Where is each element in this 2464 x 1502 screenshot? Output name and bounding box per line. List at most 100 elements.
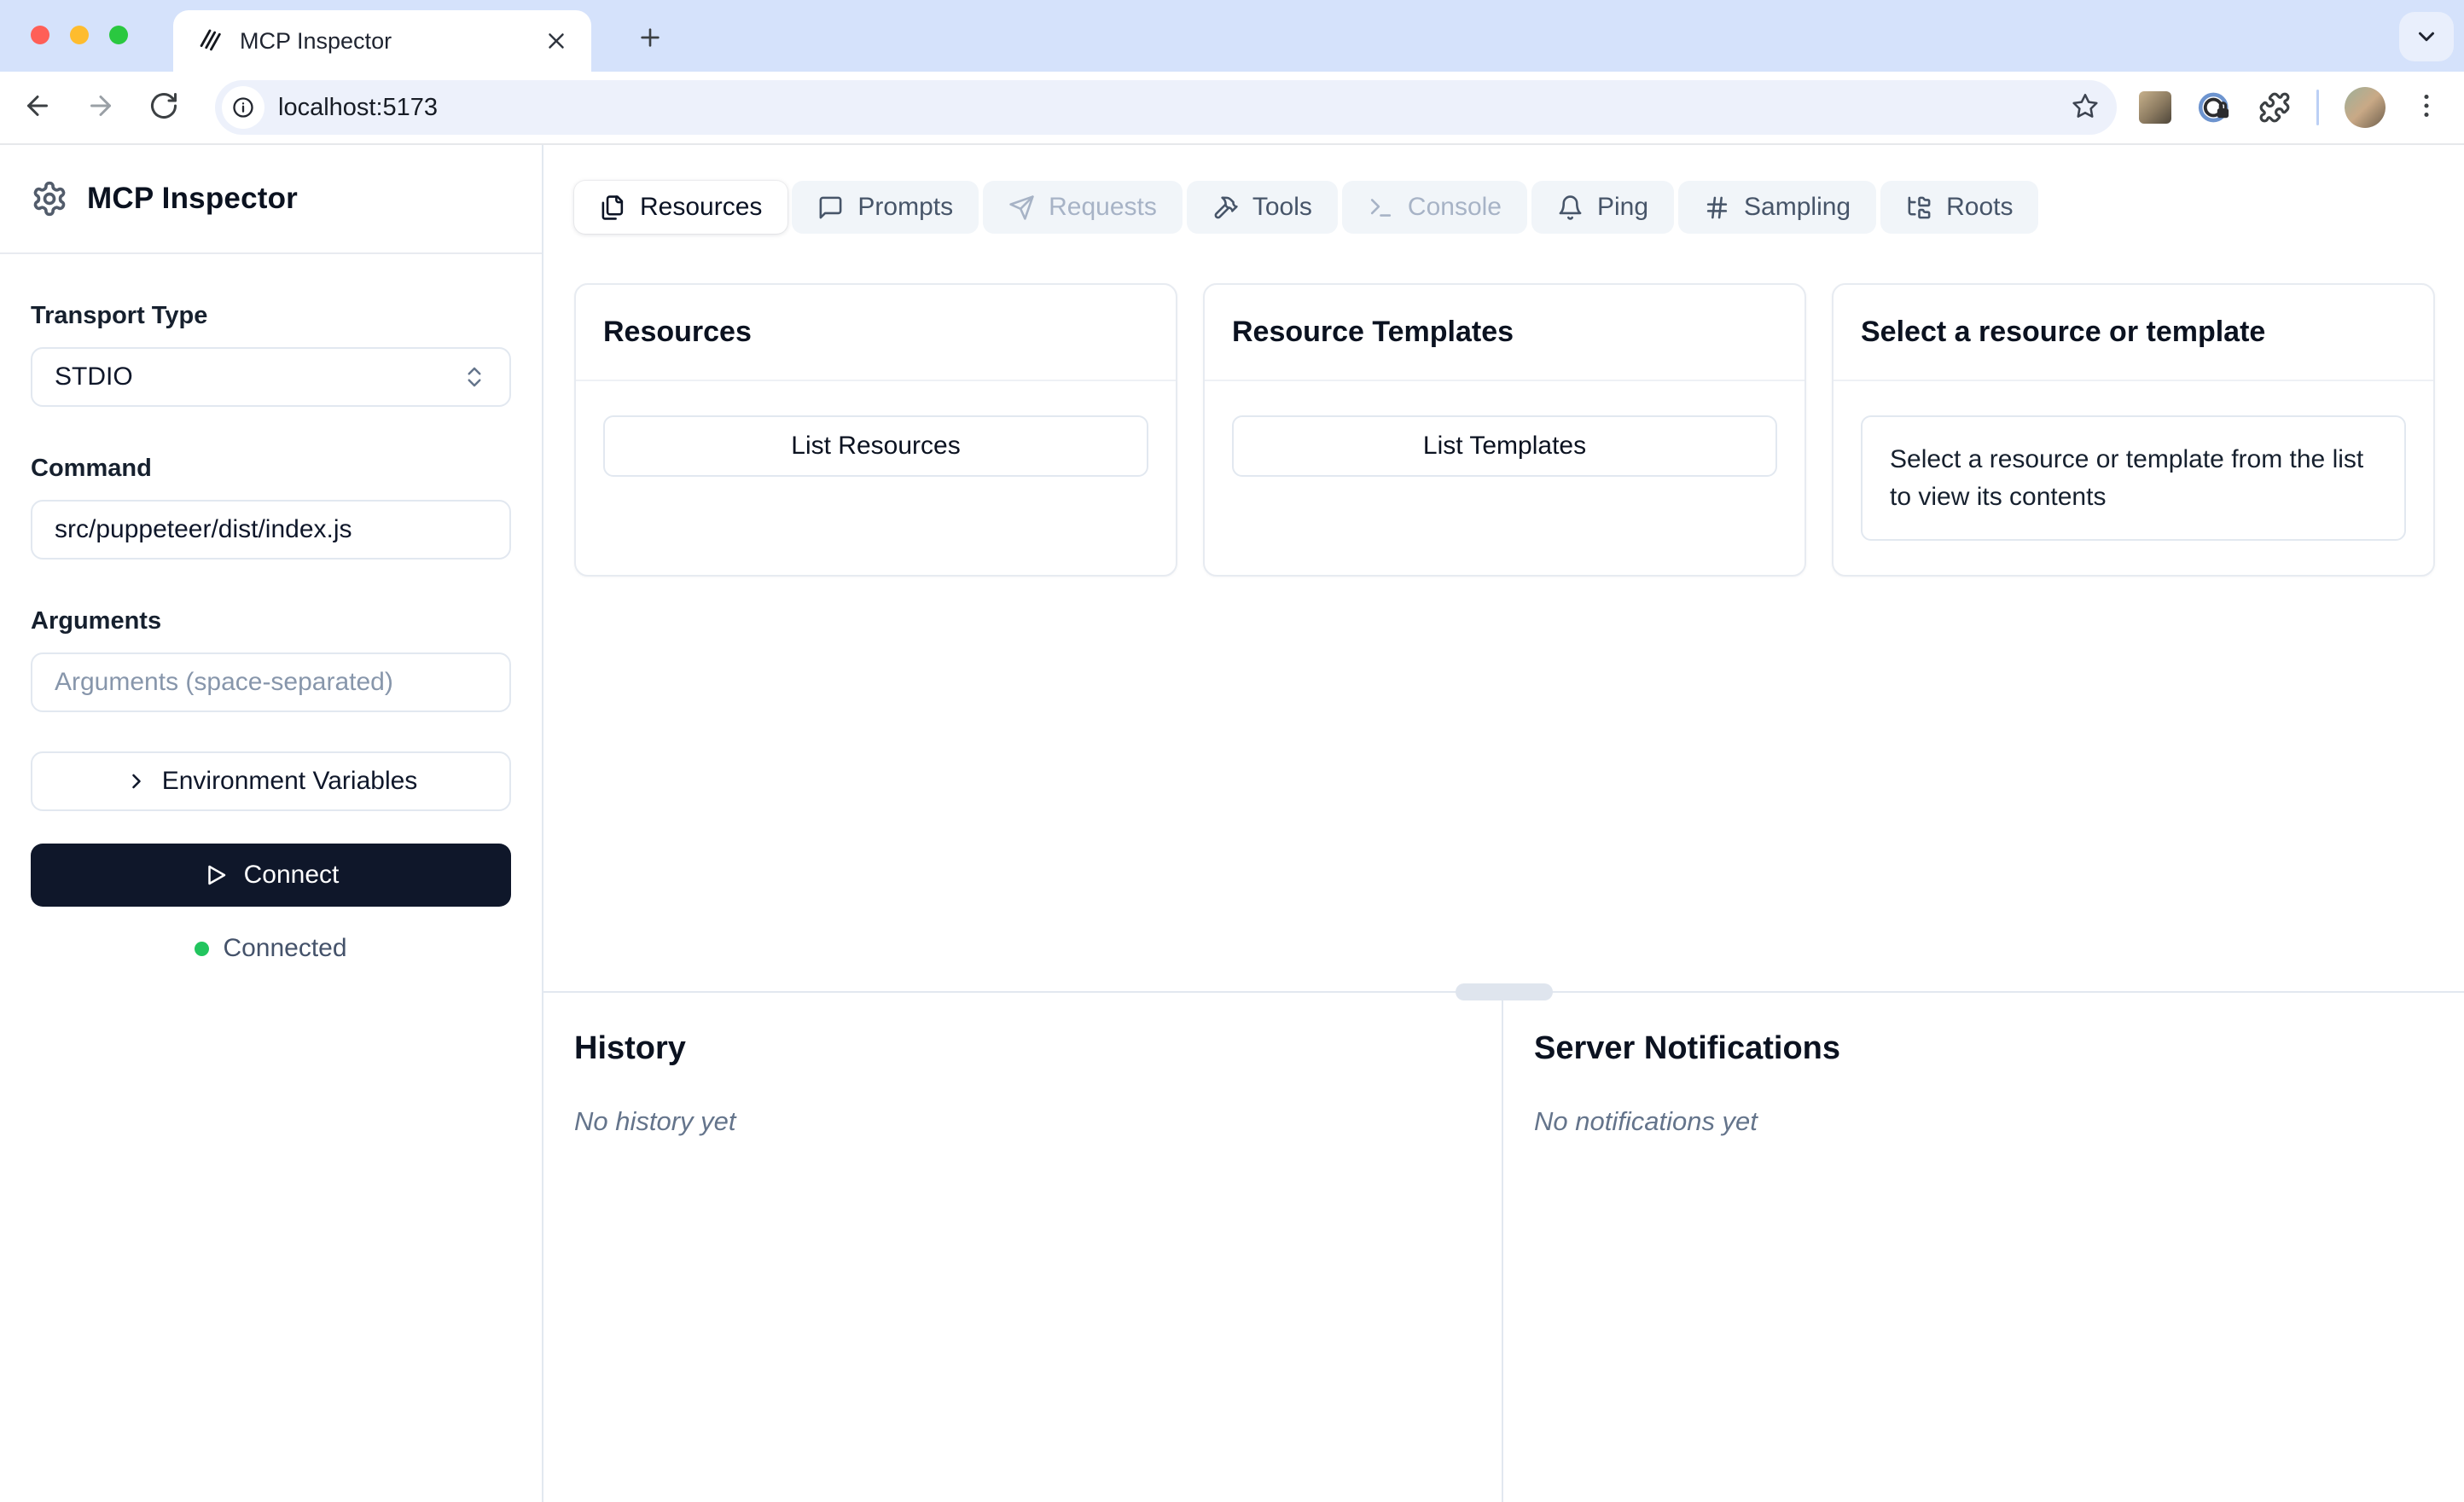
environment-variables-button[interactable]: Environment Variables xyxy=(31,751,511,811)
maximize-window-button[interactable] xyxy=(109,26,128,44)
back-button[interactable] xyxy=(22,90,56,125)
status-label: Connected xyxy=(223,934,347,962)
reload-button[interactable] xyxy=(148,90,183,125)
hash-icon xyxy=(1706,196,1728,218)
transport-type-value: STDIO xyxy=(55,362,133,391)
sidebar-body: Transport Type STDIO Command Arguments E… xyxy=(0,254,542,963)
browser-toolbar: localhost:5173 xyxy=(0,72,2464,145)
url-text[interactable]: localhost:5173 xyxy=(278,94,438,122)
arguments-label: Arguments xyxy=(31,607,162,635)
resource-templates-card: Resource Templates List Templates xyxy=(1203,283,1806,577)
message-square-icon xyxy=(819,196,842,218)
tab-resources[interactable]: Resources xyxy=(574,181,788,234)
chevron-down-icon xyxy=(2419,32,2434,42)
site-info-button[interactable] xyxy=(222,86,264,129)
transport-type-label: Transport Type xyxy=(31,302,208,329)
resource-viewer-card: Select a resource or template Select a r… xyxy=(1832,283,2435,577)
extensions-puzzle-icon[interactable] xyxy=(2258,91,2291,124)
splitter-drag-handle[interactable] xyxy=(1455,983,1553,1000)
terminal-icon xyxy=(1370,198,1392,217)
history-panel: History No history yet xyxy=(543,993,1503,1502)
chevron-right-icon xyxy=(131,774,141,789)
forward-button[interactable] xyxy=(85,90,119,125)
gear-icon xyxy=(33,181,66,217)
browser-window: MCP Inspector localhost:5173 MCP Inspect… xyxy=(0,0,2464,1502)
history-empty-text: No history yet xyxy=(574,1106,736,1136)
main-area: Resources Prompts Requests Tools Console… xyxy=(543,145,2464,1502)
bookmark-button[interactable] xyxy=(2071,91,2100,125)
tab-sampling[interactable]: Sampling xyxy=(1678,181,1877,234)
list-templates-button[interactable]: List Templates xyxy=(1232,415,1777,477)
sidebar-header: MCP Inspector xyxy=(0,145,542,254)
tab-label: Ping xyxy=(1596,193,1649,221)
tab-search-button[interactable] xyxy=(2399,12,2454,61)
feature-tabs: Resources Prompts Requests Tools Console… xyxy=(574,181,2039,234)
tab-close-icon[interactable] xyxy=(543,28,569,54)
history-title: History xyxy=(574,1030,686,1066)
notifications-empty-text: No notifications yet xyxy=(1534,1106,1758,1136)
sidebar: MCP Inspector Transport Type STDIO Comma… xyxy=(0,145,543,1502)
resource-viewer-card-title: Select a resource or template xyxy=(1861,316,2266,348)
minimize-window-button[interactable] xyxy=(70,26,89,44)
toolbar-divider xyxy=(2316,90,2319,125)
command-input[interactable] xyxy=(31,500,511,560)
resource-viewer-card-header: Select a resource or template xyxy=(1833,285,2433,381)
folder-tree-icon xyxy=(1908,196,1931,218)
bell-icon xyxy=(1559,194,1582,220)
tab-label: Prompts xyxy=(857,193,954,221)
resource-viewer-card-body: Select a resource or template from the l… xyxy=(1833,381,2433,575)
reload-icon xyxy=(151,93,177,119)
browser-tabstrip: MCP Inspector xyxy=(0,0,2464,72)
info-icon xyxy=(233,97,253,118)
new-tab-button[interactable] xyxy=(631,19,669,56)
bottom-panels: History No history yet Server Notificati… xyxy=(543,993,2464,1502)
server-notifications-title: Server Notifications xyxy=(1534,1030,1840,1066)
server-notifications-panel: Server Notifications No notifications ye… xyxy=(1503,993,2464,1502)
address-bar[interactable]: localhost:5173 xyxy=(215,80,2117,135)
transport-type-select[interactable]: STDIO xyxy=(31,347,511,407)
close-window-button[interactable] xyxy=(31,26,49,44)
tab-console: Console xyxy=(1341,181,1527,234)
tab-prompts[interactable]: Prompts xyxy=(792,181,979,234)
plus-icon xyxy=(641,28,660,47)
files-icon xyxy=(601,194,624,220)
hammer-icon xyxy=(1214,196,1238,218)
browser-menu-button[interactable] xyxy=(2411,90,2442,125)
connect-button[interactable]: Connect xyxy=(31,844,511,907)
tab-title: MCP Inspector xyxy=(240,27,392,54)
arguments-input[interactable] xyxy=(31,652,511,712)
status-dot xyxy=(195,941,210,956)
password-manager-icon[interactable] xyxy=(2197,90,2233,125)
resource-templates-card-body: List Templates xyxy=(1205,381,1804,511)
resources-card: Resources List Resources xyxy=(574,283,1177,577)
extension-avatar-icon[interactable] xyxy=(2139,91,2171,124)
chevrons-up-down-icon xyxy=(468,367,481,387)
tab-label: Tools xyxy=(1252,193,1312,221)
main-top: Resources Prompts Requests Tools Console… xyxy=(543,145,2464,991)
resource-viewer-placeholder: Select a resource or template from the l… xyxy=(1861,415,2406,541)
play-icon xyxy=(207,865,225,885)
kebab-menu-icon xyxy=(2423,93,2430,118)
horizontal-splitter xyxy=(543,983,2464,1000)
send-icon xyxy=(1009,194,1034,220)
mcp-favicon-icon xyxy=(200,29,221,51)
mcp-inspector-app: MCP Inspector Transport Type STDIO Comma… xyxy=(0,145,2464,1502)
resources-card-body: List Resources xyxy=(576,381,1176,511)
tab-ping[interactable]: Ping xyxy=(1531,181,1675,234)
tab-tools[interactable]: Tools xyxy=(1186,181,1338,234)
back-arrow-icon xyxy=(27,96,48,116)
tab-roots[interactable]: Roots xyxy=(1880,181,2039,234)
profile-avatar[interactable] xyxy=(2345,87,2386,128)
command-label: Command xyxy=(31,455,152,482)
traffic-lights xyxy=(31,26,128,44)
app-title: MCP Inspector xyxy=(87,182,299,215)
list-resources-button[interactable]: List Resources xyxy=(603,415,1148,477)
resources-card-header: Resources xyxy=(576,285,1176,381)
environment-variables-label: Environment Variables xyxy=(161,767,418,795)
connection-status: Connected xyxy=(31,934,511,963)
tab-label: Requests xyxy=(1049,193,1157,221)
forward-arrow-icon xyxy=(90,96,111,116)
browser-tab[interactable]: MCP Inspector xyxy=(173,10,591,72)
connect-label: Connect xyxy=(243,861,340,889)
tab-requests: Requests xyxy=(983,181,1183,234)
